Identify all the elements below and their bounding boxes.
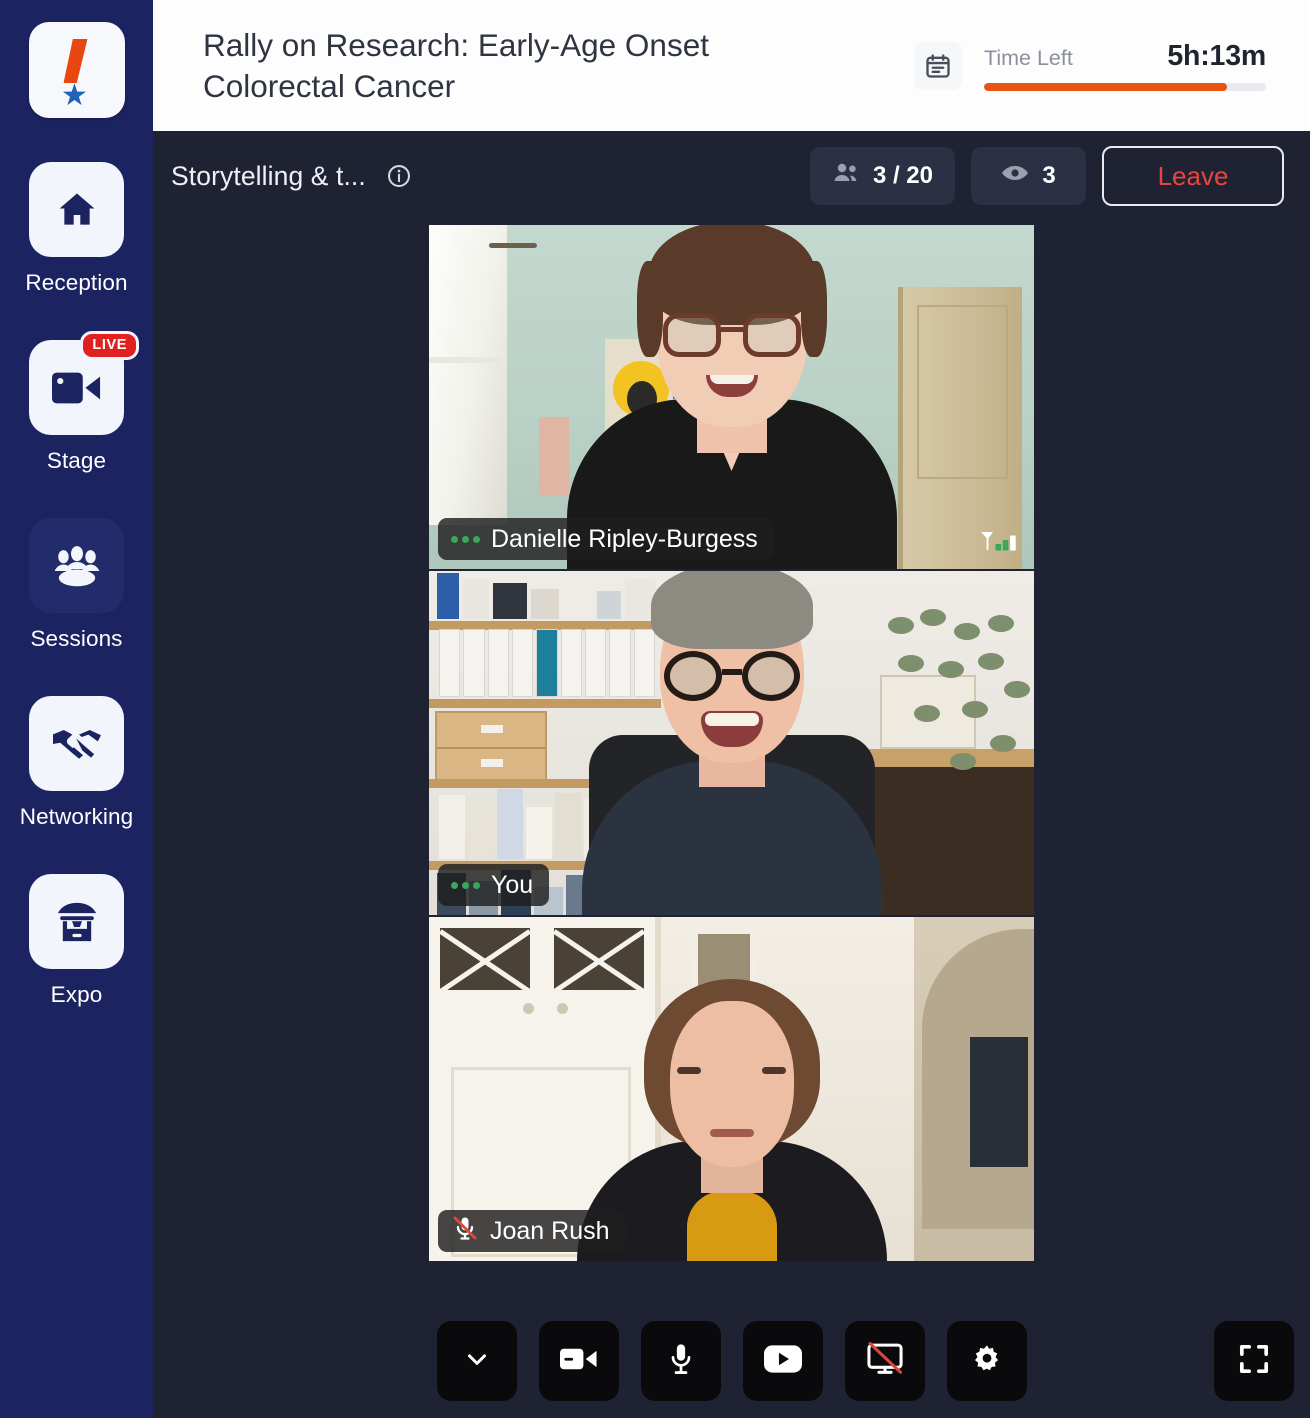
camera-button[interactable]	[538, 1321, 619, 1401]
session-stage: Storytelling & t... 3 / 20 3 Leave Danie…	[153, 131, 1310, 1418]
sidebar-item-expo[interactable]: Expo	[12, 874, 142, 1008]
more-options-button[interactable]	[436, 1321, 517, 1401]
participant-name-badge: Danielle Ripley-Burgess	[438, 518, 774, 560]
participant-name: Danielle Ripley-Burgess	[491, 524, 758, 553]
sidebar-item-label: Sessions	[30, 626, 123, 651]
sidebar-item-reception[interactable]: Reception	[12, 162, 142, 296]
main-sidebar: ★ Reception LIVE Stage Sessions Networki…	[0, 0, 153, 1418]
session-title: Storytelling & t...	[171, 160, 366, 191]
eye-icon	[1001, 162, 1029, 190]
main-column: Rally on Research: Early-Age Onset Color…	[153, 0, 1310, 1418]
header-right: Time Left 5h:13m	[914, 40, 1266, 91]
video-tile[interactable]: Danielle Ripley-Burgess	[429, 225, 1034, 569]
viewers-count-label: 3	[1042, 162, 1056, 189]
audio-active-dots-icon	[451, 881, 480, 889]
microphone-muted-icon	[451, 1214, 479, 1249]
rally-exclamation-star-logo-icon: ★	[51, 37, 103, 111]
settings-button[interactable]	[946, 1321, 1027, 1401]
event-header: Rally on Research: Early-Age Onset Color…	[153, 0, 1310, 131]
participant-name-badge: You	[438, 864, 550, 906]
sidebar-item-label: Reception	[25, 270, 128, 295]
fullscreen-icon	[1237, 1342, 1271, 1381]
chevron-down-icon	[462, 1344, 492, 1379]
screen-share-button[interactable]	[844, 1321, 925, 1401]
info-circle-icon[interactable]	[386, 163, 412, 189]
video-grid: Danielle Ripley-Burgess You Joan Rush	[153, 221, 1310, 1314]
session-actions: 3 / 20 3 Leave	[809, 146, 1284, 206]
market-stall-icon	[29, 874, 124, 969]
sidebar-item-networking[interactable]: Networking	[12, 696, 142, 830]
fullscreen-button[interactable]	[1214, 1321, 1294, 1401]
meeting-controls-toolbar	[153, 1314, 1310, 1418]
video-camera-icon: LIVE	[29, 331, 139, 435]
participants-count-pill[interactable]: 3 / 20	[809, 147, 955, 205]
audio-active-dots-icon	[451, 535, 480, 543]
timer-label: Time Left	[984, 46, 1073, 70]
home-icon	[29, 162, 124, 257]
timer-progress-fill	[984, 83, 1227, 91]
calendar-icon[interactable]	[914, 41, 962, 90]
microphone-icon	[666, 1342, 696, 1381]
sidebar-item-label: Stage	[46, 448, 107, 473]
gear-icon	[971, 1343, 1003, 1380]
leave-button[interactable]: Leave	[1102, 146, 1284, 206]
sidebar-item-label: Expo	[50, 982, 103, 1007]
people-group-icon	[29, 518, 124, 613]
live-badge: LIVE	[80, 331, 139, 360]
virtual-event-app: ★ Reception LIVE Stage Sessions Networki…	[0, 0, 1310, 1418]
participant-name: You	[491, 870, 534, 899]
participants-count-label: 3 / 20	[872, 162, 933, 189]
sidebar-item-stage[interactable]: LIVE Stage	[12, 331, 142, 474]
video-tile[interactable]: Joan Rush	[429, 917, 1034, 1261]
brand-logo[interactable]: ★	[28, 22, 125, 118]
timer-value: 5h:13m	[1167, 40, 1266, 72]
video-tile[interactable]: You	[429, 571, 1034, 915]
sidebar-item-label: Networking	[19, 804, 134, 829]
signal-strength-icon	[980, 529, 1022, 557]
event-timer: Time Left 5h:13m	[984, 40, 1266, 91]
play-video-button[interactable]	[742, 1321, 823, 1401]
sidebar-item-sessions[interactable]: Sessions	[12, 518, 142, 652]
video-camera-icon	[559, 1345, 598, 1378]
screen-share-off-icon	[866, 1341, 903, 1381]
participant-name: Joan Rush	[490, 1216, 610, 1245]
handshake-icon	[29, 696, 124, 791]
timer-progress-track	[984, 83, 1266, 91]
people-icon	[832, 162, 860, 191]
play-video-icon	[763, 1344, 802, 1378]
session-toolbar: Storytelling & t... 3 / 20 3 Leave	[153, 131, 1310, 221]
microphone-button[interactable]	[640, 1321, 721, 1401]
viewers-count-pill[interactable]: 3	[971, 147, 1086, 205]
page-title: Rally on Research: Early-Age Onset Color…	[203, 27, 709, 104]
participant-name-badge: Joan Rush	[438, 1210, 626, 1252]
